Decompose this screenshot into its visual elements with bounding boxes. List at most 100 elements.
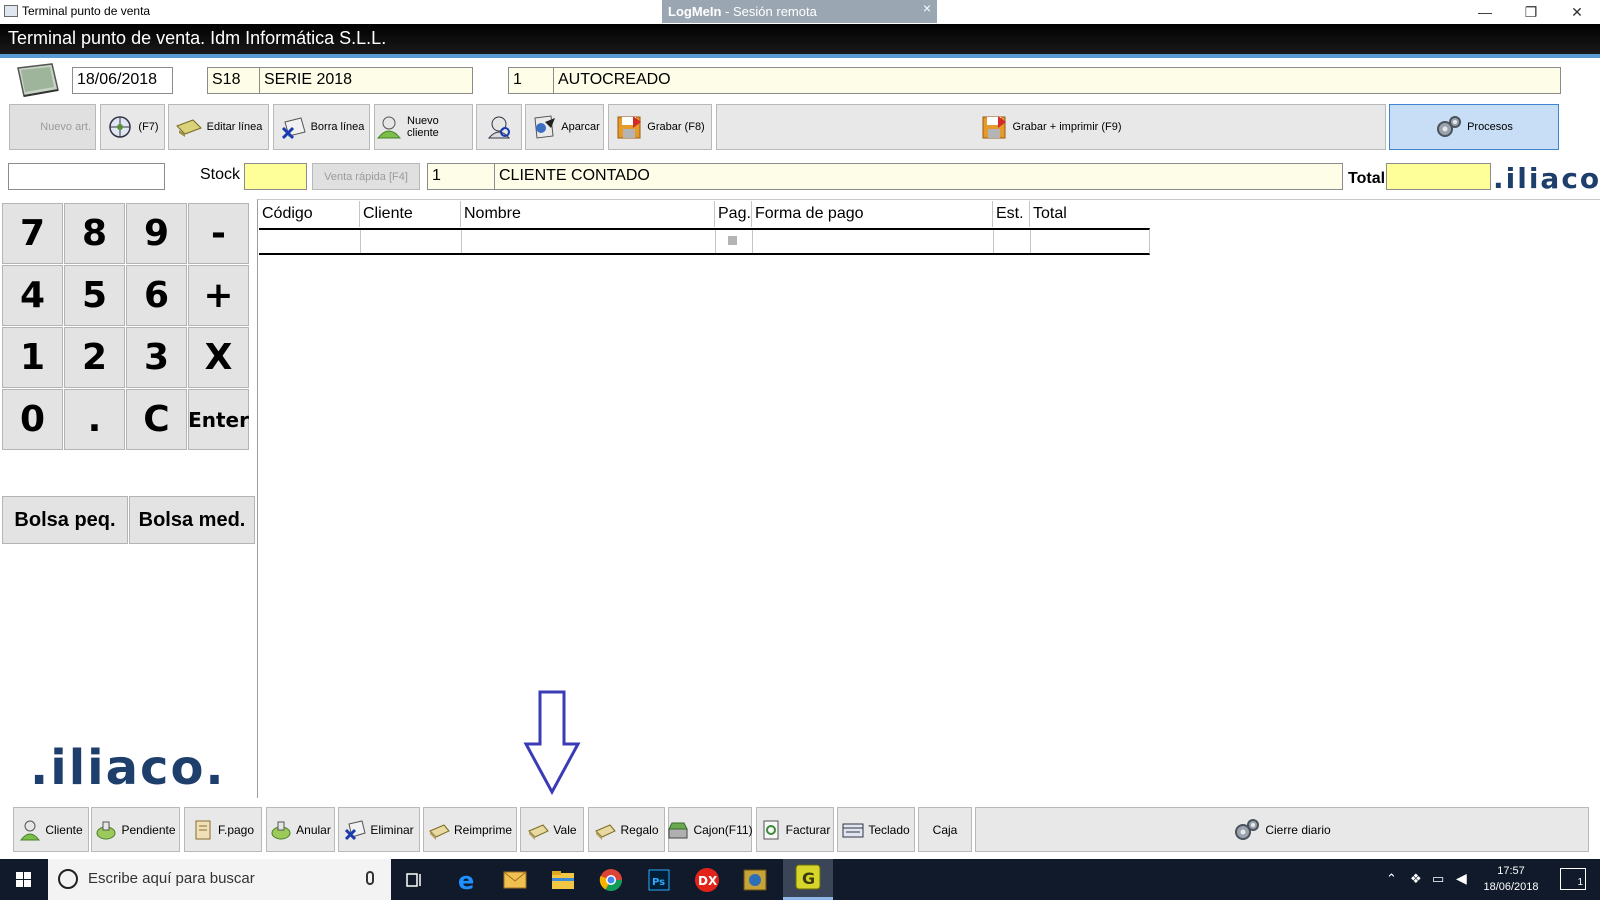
keypad-key-3[interactable]: 3 <box>126 327 187 388</box>
keypad-key-minus[interactable]: - <box>188 203 249 264</box>
save-icon <box>615 114 643 140</box>
medium-bag-button[interactable]: Bolsa med. <box>129 496 255 544</box>
daily-close-button[interactable]: Cierre diario <box>975 807 1589 852</box>
small-bag-button[interactable]: Bolsa peq. <box>2 496 128 544</box>
column-header-pag[interactable]: Pag. <box>715 201 752 227</box>
column-header-nombre[interactable]: Nombre <box>461 201 715 227</box>
keypad-key-4[interactable]: 4 <box>2 265 63 326</box>
file-explorer-icon[interactable] <box>548 865 578 895</box>
keypad-key-8[interactable]: 8 <box>64 203 125 264</box>
network-icon[interactable]: ▭ <box>1432 871 1444 887</box>
cash-register-label: Caja <box>932 822 958 837</box>
taskbar-search[interactable]: Escribe aquí para buscar <box>48 859 391 900</box>
gift-button[interactable]: Regalo <box>588 807 665 852</box>
keypad-key-0[interactable]: 0 <box>2 389 63 450</box>
date-field[interactable]: 18/06/2018 <box>72 67 173 94</box>
client-code-field[interactable]: 1 <box>427 163 495 190</box>
delete-button[interactable]: Eliminar <box>338 807 420 852</box>
column-header-total[interactable]: Total <box>1030 201 1150 227</box>
client-name-field: CLIENTE CONTADO <box>494 163 1343 190</box>
processes-label: Procesos <box>1467 121 1513 133</box>
close-button[interactable]: ✕ <box>1554 2 1600 22</box>
user-icon <box>19 819 41 841</box>
photoshop-icon[interactable]: Ps <box>644 865 674 895</box>
keypad-key-multiply[interactable]: X <box>188 327 249 388</box>
dx-app-icon[interactable]: DX <box>692 865 722 895</box>
payment-method-label: F.pago <box>217 822 255 837</box>
article-code-input[interactable] <box>8 163 165 190</box>
park-button[interactable]: Aparcar <box>525 104 604 150</box>
task-view-icon[interactable] <box>400 865 430 895</box>
save-print-button[interactable]: Grabar + imprimir (F9) <box>716 104 1386 150</box>
keypad-key-9[interactable]: 9 <box>126 203 187 264</box>
f7-button[interactable]: (F7) <box>100 104 165 150</box>
keypad-key-7[interactable]: 7 <box>2 203 63 264</box>
restore-button[interactable]: ❐ <box>1508 2 1554 22</box>
table-row[interactable] <box>259 228 1150 255</box>
mail-app-icon[interactable] <box>500 865 530 895</box>
svg-text:e: e <box>458 867 474 895</box>
client-search-button[interactable] <box>476 104 522 150</box>
logmein-session-bar[interactable]: LogMeIn - Sesión remota × <box>662 0 937 23</box>
delete-line-button[interactable]: Borra línea <box>273 104 370 150</box>
voucher-label: Vale <box>553 822 577 837</box>
save-button[interactable]: Grabar (F8) <box>608 104 712 150</box>
pos-app-icon[interactable] <box>740 865 770 895</box>
notifications-icon[interactable]: 1 <box>1560 868 1586 890</box>
quick-sale-button[interactable]: Venta rápida [F4] <box>312 163 420 190</box>
payment-method-button[interactable]: F.pago <box>184 807 262 852</box>
save-label: Grabar (F8) <box>647 121 705 133</box>
new-client-button[interactable]: Nuevo cliente <box>374 104 473 150</box>
logmein-close-icon[interactable]: × <box>923 0 931 16</box>
cash-drawer-button[interactable]: Cajon(F11) <box>668 807 753 852</box>
chrome-icon[interactable] <box>596 865 626 895</box>
serie-code-field[interactable]: S18 <box>207 67 260 94</box>
new-article-button[interactable]: Nuevo art. <box>9 104 96 150</box>
reprint-button[interactable]: Reimprime <box>423 807 517 852</box>
client-label: Cliente <box>45 822 83 837</box>
invoice-button[interactable]: Facturar <box>756 807 834 852</box>
pending-button[interactable]: Pendiente <box>91 807 180 852</box>
start-button[interactable] <box>0 859 48 900</box>
voucher-button[interactable]: Vale <box>520 807 584 852</box>
voucher-icon <box>527 819 550 841</box>
tickets-grid[interactable]: Código Cliente Nombre Pag. Forma de pago… <box>259 201 1150 261</box>
dropbox-icon[interactable]: ❖ <box>1410 871 1422 887</box>
edge-icon[interactable]: e <box>452 865 482 895</box>
microphone-icon[interactable] <box>366 871 374 885</box>
taskbar: Escribe aquí para buscar e Ps DX G ⌃ ❖ ▭… <box>0 859 1600 900</box>
keyboard-button[interactable]: Teclado <box>837 807 915 852</box>
volume-icon[interactable]: ◀ <box>1456 870 1467 887</box>
minimize-button[interactable]: — <box>1462 2 1508 22</box>
keypad-key-5[interactable]: 5 <box>64 265 125 326</box>
column-header-cliente[interactable]: Cliente <box>360 201 461 227</box>
keypad-key-clear[interactable]: C <box>126 389 187 450</box>
cancel-sale-button[interactable]: Anular <box>266 807 335 852</box>
notepad-icon <box>12 60 62 102</box>
client-button[interactable]: Cliente <box>13 807 89 852</box>
taskbar-clock[interactable]: 17:57 18/06/2018 <box>1476 863 1546 895</box>
save-print-label: Grabar + imprimir (F9) <box>1012 121 1122 133</box>
edit-line-label: Editar línea <box>206 121 263 133</box>
column-header-codigo[interactable]: Código <box>259 201 360 227</box>
keypad-key-plus[interactable]: + <box>188 265 249 326</box>
active-app-button[interactable]: G <box>783 859 833 900</box>
keypad-key-6[interactable]: 6 <box>126 265 187 326</box>
gift-label: Regalo <box>620 822 659 837</box>
document-number-field[interactable]: 1 <box>508 67 554 94</box>
edit-line-button[interactable]: Editar línea <box>168 104 269 150</box>
total-field <box>1386 163 1491 190</box>
keypad-key-1[interactable]: 1 <box>2 327 63 388</box>
invoice-label: Facturar <box>785 822 831 837</box>
column-header-est[interactable]: Est. <box>993 201 1030 227</box>
column-header-forma-pago[interactable]: Forma de pago <box>752 201 993 227</box>
cash-register-button[interactable]: Caja <box>918 807 972 852</box>
paid-checkbox[interactable] <box>728 236 737 245</box>
processes-button[interactable]: Procesos <box>1389 104 1559 150</box>
keypad-key-decimal[interactable]: . <box>64 389 125 450</box>
system-tray-chevron-icon[interactable]: ⌃ <box>1386 871 1397 887</box>
keypad-key-2[interactable]: 2 <box>64 327 125 388</box>
keypad-key-enter[interactable]: Enter <box>188 389 249 450</box>
save-print-icon <box>980 114 1008 140</box>
iliaco-logo-large: .iliaco. <box>30 740 226 796</box>
